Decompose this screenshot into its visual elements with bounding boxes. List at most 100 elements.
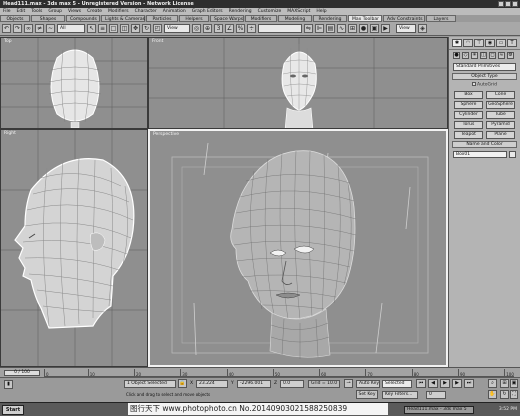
tab-particles[interactable]: Particles — [146, 15, 178, 22]
select-move-icon[interactable]: ✥ — [131, 24, 140, 33]
autogrid-checkbox[interactable]: AutoGrid — [453, 82, 516, 89]
systems-icon[interactable]: ⚙ — [507, 52, 514, 59]
y-coord-field[interactable]: -2296.001 — [237, 380, 271, 388]
menu-graph-editors[interactable]: Graph Editors — [192, 8, 223, 15]
timeline-ruler[interactable]: 0 10 20 30 40 50 60 70 80 90 100 — [44, 369, 514, 377]
geometry-icon[interactable]: ● — [453, 52, 460, 59]
curve-editor-icon[interactable]: ∿ — [337, 24, 346, 33]
pyramid-button[interactable]: Pyramid — [486, 120, 515, 129]
select-by-name-icon[interactable]: ≡ — [98, 24, 107, 33]
tab-compounds[interactable]: Compounds — [66, 15, 100, 22]
geosphere-button[interactable]: GeoSphere — [486, 100, 515, 109]
arc-rotate-icon[interactable]: ↻ — [500, 390, 509, 399]
box-button[interactable]: Box — [454, 90, 483, 99]
cameras-icon[interactable]: ◫ — [480, 52, 487, 59]
align-icon[interactable]: ⊫ — [315, 24, 324, 33]
tab-rendering[interactable]: Rendering — [313, 15, 347, 22]
viewport-top[interactable]: Top — [0, 37, 148, 129]
object-type-rollout[interactable]: Object Type — [452, 73, 517, 80]
sphere-button[interactable]: Sphere — [454, 100, 483, 109]
lights-icon[interactable]: ✳ — [471, 52, 478, 59]
rectangular-selection-icon[interactable]: □ — [109, 24, 118, 33]
menu-character[interactable]: Character — [135, 8, 157, 15]
menu-create[interactable]: Create — [87, 8, 102, 15]
pan-icon[interactable]: ✋ — [488, 390, 497, 399]
snap-icon[interactable]: 3 — [214, 24, 223, 33]
close-button[interactable] — [512, 1, 518, 7]
current-frame-field[interactable]: 0 — [426, 391, 446, 399]
play-icon[interactable]: ▶ — [440, 379, 450, 388]
z-coord-field[interactable]: 0.0 — [280, 380, 304, 388]
object-color-swatch[interactable] — [509, 150, 516, 158]
minimize-button[interactable] — [498, 1, 504, 7]
reference-coord-select[interactable]: View — [164, 24, 190, 33]
redo-icon[interactable]: ↷ — [13, 24, 22, 33]
menu-group[interactable]: Group — [48, 8, 62, 15]
maximize-button[interactable] — [505, 1, 511, 7]
tab-max-toolbar[interactable]: Max Toolbar — [348, 15, 382, 22]
tab-modeling[interactable]: Modeling — [278, 15, 312, 22]
undo-icon[interactable]: ↶ — [2, 24, 11, 33]
bind-space-warp-icon[interactable]: ~ — [46, 24, 55, 33]
go-to-start-icon[interactable]: ⏮ — [416, 379, 426, 388]
menu-help[interactable]: Help — [316, 8, 326, 15]
key-mode-icon[interactable]: ⊸ — [344, 379, 353, 388]
quick-render-icon[interactable]: ▶ — [381, 24, 390, 33]
render-scene-icon[interactable]: ▣ — [370, 24, 379, 33]
viewport-front[interactable]: Front — [148, 37, 448, 129]
viewport-perspective[interactable]: Perspective — [148, 129, 448, 367]
viewport-right[interactable]: Right — [0, 129, 148, 367]
menu-views[interactable]: Views — [68, 8, 81, 15]
zoom-icon[interactable]: ⌕ — [488, 379, 497, 388]
key-filters-button[interactable]: Key Filters... — [382, 391, 418, 399]
schematic-view-icon[interactable]: ⊞ — [348, 24, 357, 33]
menu-maxscript[interactable]: MAXScript — [287, 8, 310, 15]
menu-rendering[interactable]: Rendering — [229, 8, 252, 15]
start-button[interactable]: Start — [2, 405, 24, 415]
shapes-icon[interactable]: ◇ — [462, 52, 469, 59]
layer-manager-icon[interactable]: ▤ — [326, 24, 335, 33]
render-type-select[interactable]: View — [396, 24, 416, 33]
name-and-color-rollout[interactable]: Name and Color — [452, 140, 517, 148]
menu-edit[interactable]: Edit — [17, 8, 26, 15]
select-rotate-icon[interactable]: ↻ — [142, 24, 151, 33]
render-last-icon[interactable]: ◈ — [418, 24, 427, 33]
motion-tab-icon[interactable]: ◉ — [485, 39, 495, 47]
teapot-button[interactable]: Teapot — [454, 130, 483, 139]
menu-modifiers[interactable]: Modifiers — [108, 8, 129, 15]
next-frame-icon[interactable]: ▶ — [452, 379, 462, 388]
utilities-tab-icon[interactable]: T — [507, 39, 517, 47]
time-slider[interactable]: 0 / 100 — [4, 370, 40, 376]
mirror-icon[interactable]: ⇋ — [304, 24, 313, 33]
auto-key-button[interactable]: Auto Key — [356, 380, 380, 388]
tab-helpers[interactable]: Helpers — [179, 15, 209, 22]
display-tab-icon[interactable]: ▭ — [496, 39, 506, 47]
manipulate-icon[interactable]: ⊕ — [203, 24, 212, 33]
key-selection-select[interactable]: Selected — [382, 380, 412, 388]
selection-filter-select[interactable]: All — [57, 24, 85, 33]
menu-customize[interactable]: Customize — [258, 8, 282, 15]
cylinder-button[interactable]: Cylinder — [454, 110, 483, 119]
menu-animation[interactable]: Animation — [163, 8, 186, 15]
plane-button[interactable]: Plane — [486, 130, 515, 139]
named-selection-sets[interactable] — [258, 24, 302, 33]
tab-objects[interactable]: Objects — [0, 15, 30, 22]
tab-modifiers[interactable]: Modifiers — [245, 15, 277, 22]
pivot-center-icon[interactable]: ◎ — [192, 24, 201, 33]
spinner-snap-icon[interactable]: ÷ — [247, 24, 256, 33]
set-key-button[interactable]: Set Key — [356, 390, 378, 399]
select-object-icon[interactable]: ↖ — [87, 24, 96, 33]
taskbar-item[interactable]: Head111.max - 3ds max 5 — [404, 406, 474, 414]
lock-selection-icon[interactable]: 🔒 — [178, 379, 187, 388]
helpers-icon[interactable]: ◻ — [489, 52, 496, 59]
zoom-extents-icon[interactable]: ▣ — [510, 379, 518, 388]
window-crossing-icon[interactable]: ◫ — [120, 24, 129, 33]
zoom-all-icon[interactable]: ⊞ — [500, 379, 509, 388]
tab-space-warps[interactable]: Space Warps — [210, 15, 244, 22]
angle-snap-icon[interactable]: ∠ — [225, 24, 234, 33]
x-coord-field[interactable]: 23.224 — [196, 380, 228, 388]
modify-tab-icon[interactable]: ◠ — [463, 39, 473, 47]
select-scale-icon[interactable]: ◰ — [153, 24, 162, 33]
maximize-viewport-icon[interactable]: ⛶ — [510, 390, 518, 399]
unlink-icon[interactable]: ≠ — [35, 24, 44, 33]
